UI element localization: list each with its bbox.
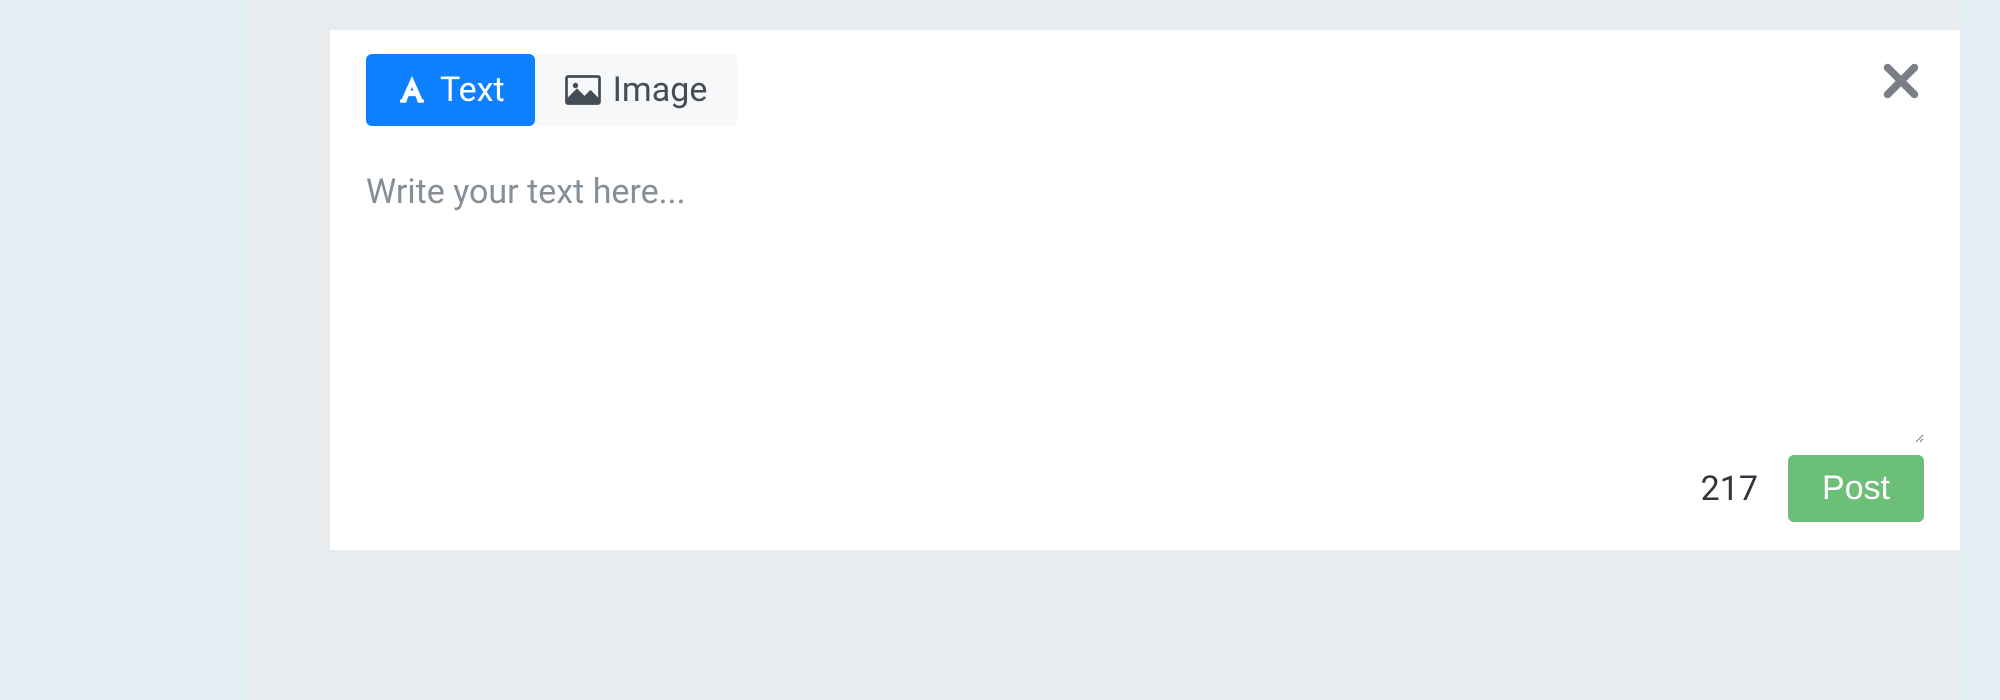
compose-textarea[interactable]	[366, 172, 1924, 443]
tab-image[interactable]: Image	[535, 54, 738, 126]
right-edge-spacer	[1960, 0, 2000, 700]
close-button[interactable]	[1878, 58, 1924, 108]
compose-tabs: Text Image	[366, 54, 1924, 126]
image-icon	[565, 74, 601, 106]
tab-image-label: Image	[613, 70, 708, 110]
post-button[interactable]: Post	[1788, 455, 1924, 522]
sidebar-spacer	[0, 0, 250, 700]
font-icon	[396, 74, 428, 106]
compose-footer: 217 Post	[366, 455, 1924, 522]
tab-text[interactable]: Text	[366, 54, 535, 126]
main-area: Text Image 217	[330, 0, 1960, 700]
char-count: 217	[1701, 469, 1758, 509]
content-gutter	[250, 0, 330, 700]
compose-card: Text Image 217	[330, 30, 1960, 550]
tab-text-label: Text	[440, 70, 505, 110]
close-icon	[1878, 89, 1924, 108]
